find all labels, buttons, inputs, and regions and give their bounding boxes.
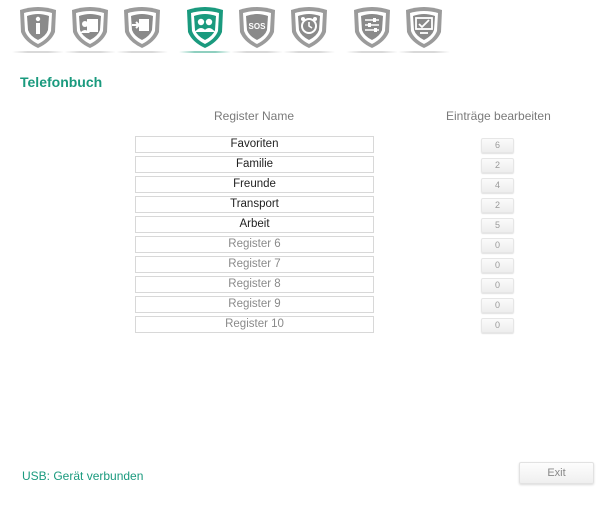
- phonebook-icon: [187, 7, 223, 48]
- toolbar: SOS: [0, 0, 611, 68]
- toolbar-display-button[interactable]: [394, 4, 454, 64]
- register-name-field[interactable]: Familie: [135, 156, 374, 173]
- toolbar-settings-button[interactable]: [342, 4, 402, 64]
- register-name-field[interactable]: Register 10: [135, 316, 374, 333]
- edit-entries-button[interactable]: 0: [481, 318, 514, 333]
- register-name-field[interactable]: Register 8: [135, 276, 374, 293]
- edit-entries-button[interactable]: 0: [481, 258, 514, 273]
- toolbar-phonebook-button[interactable]: [175, 4, 235, 64]
- toolbar-info-button[interactable]: [8, 4, 68, 64]
- register-name-field[interactable]: Transport: [135, 196, 374, 213]
- edit-entries-button[interactable]: 2: [481, 198, 514, 213]
- toolbar-transfer-button[interactable]: [112, 4, 172, 64]
- toolbar-contacts-button[interactable]: [60, 4, 120, 64]
- register-name-field[interactable]: Register 7: [135, 256, 374, 273]
- toolbar-sos-button[interactable]: SOS: [227, 4, 287, 64]
- usb-status-text: USB: Gerät verbunden: [22, 469, 144, 483]
- page-title: Telefonbuch: [20, 74, 103, 90]
- edit-entries-button[interactable]: 6: [481, 138, 514, 153]
- sos-icon: SOS: [239, 7, 275, 48]
- register-name-field[interactable]: Favoriten: [135, 136, 374, 153]
- edit-entries-button[interactable]: 4: [481, 178, 514, 193]
- info-icon: [20, 7, 56, 48]
- contact-card-icon: [72, 7, 108, 48]
- edit-entries-button[interactable]: 5: [481, 218, 514, 233]
- edit-entries-button[interactable]: 0: [481, 238, 514, 253]
- register-name-list: Favoriten Familie Freunde Transport Arbe…: [135, 136, 374, 336]
- sim-transfer-icon: [124, 7, 160, 48]
- register-name-header: Register Name: [214, 109, 295, 123]
- edit-entries-button[interactable]: 0: [481, 298, 514, 313]
- edit-entries-button[interactable]: 0: [481, 278, 514, 293]
- monitor-check-icon: [406, 7, 442, 48]
- sos-icon-text: SOS: [249, 22, 267, 31]
- alarm-clock-icon: [291, 7, 327, 48]
- settings-sliders-icon: [354, 7, 390, 48]
- edit-entries-header: Einträge bearbeiten: [446, 109, 551, 123]
- toolbar-alarm-button[interactable]: [279, 4, 339, 64]
- exit-button[interactable]: Exit: [519, 462, 594, 484]
- register-name-field[interactable]: Register 9: [135, 296, 374, 313]
- edit-entries-list: 6 2 4 2 5 0 0 0 0 0: [481, 138, 515, 338]
- register-name-field[interactable]: Register 6: [135, 236, 374, 253]
- edit-entries-button[interactable]: 2: [481, 158, 514, 173]
- register-name-field[interactable]: Freunde: [135, 176, 374, 193]
- register-name-field[interactable]: Arbeit: [135, 216, 374, 233]
